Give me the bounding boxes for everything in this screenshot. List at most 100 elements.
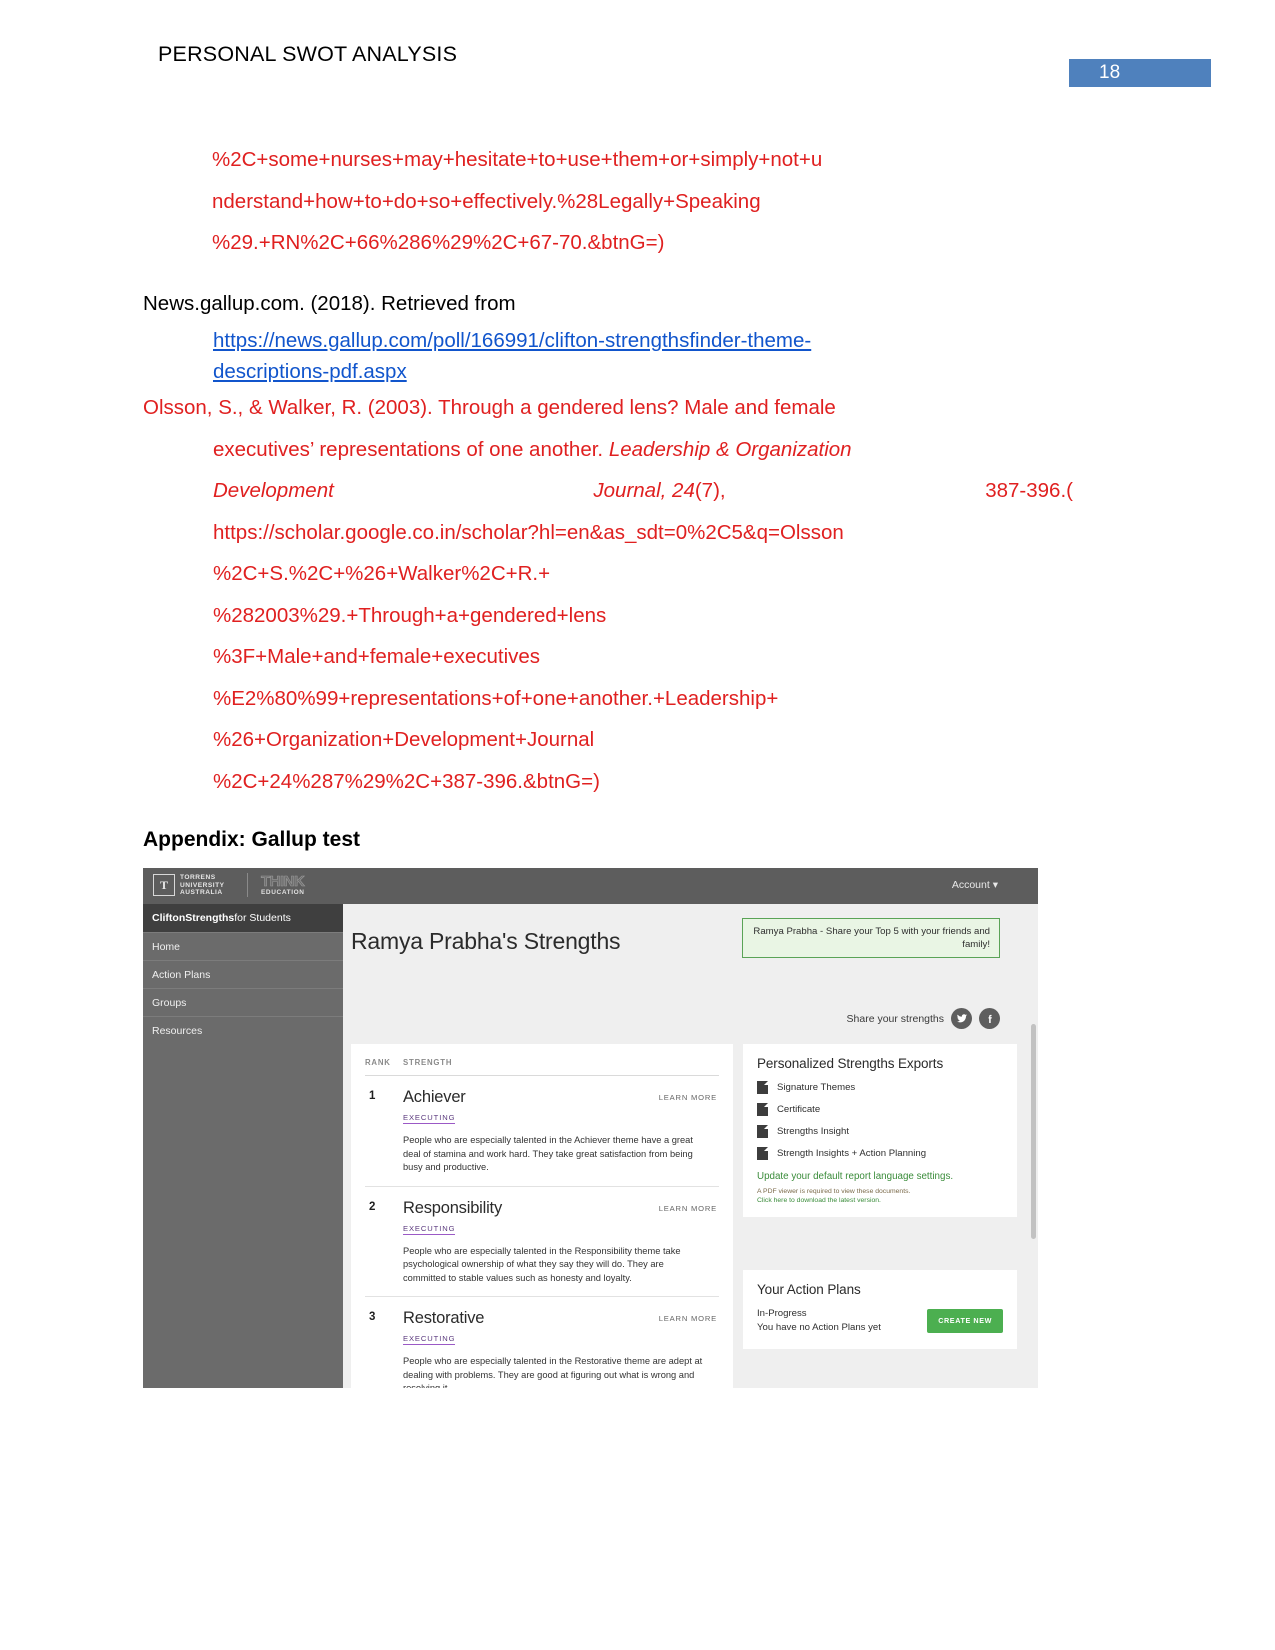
strengths-page-title: Ramya Prabha's Strengths: [351, 928, 621, 954]
export-item-certificate[interactable]: Certificate: [757, 1103, 1003, 1116]
logo-divider: [247, 873, 248, 897]
strength-domain-tag: EXECUTING: [403, 1113, 456, 1124]
create-new-button[interactable]: CREATE NEW: [927, 1309, 1003, 1333]
share-notice-line2: family!: [962, 939, 990, 950]
export-item-strengths-insight[interactable]: Strengths Insight: [757, 1125, 1003, 1138]
reference-continuation: %2C+some+nurses+may+hesitate+to+use+them…: [212, 139, 1112, 264]
reference-olsson-issue: (7),: [694, 479, 726, 502]
table-row: 3 Restorative LEARN MORE EXECUTING Peopl…: [365, 1297, 719, 1388]
sidebar-item-action-plans[interactable]: Action Plans: [143, 960, 343, 988]
reference-olsson-line1-text: Olsson, S., & Walker, R. (2003). Through…: [143, 396, 836, 419]
strength-domain-tag: EXECUTING: [403, 1334, 456, 1345]
export-item-label: Strengths Insight: [777, 1126, 849, 1137]
sidebar-item-label: Action Plans: [152, 968, 211, 981]
torrens-logo-mark: T: [153, 874, 175, 897]
reference-gallup: News.gallup.com. (2018). Retrieved from …: [143, 283, 1103, 387]
sidebar-item-home[interactable]: Home: [143, 932, 343, 960]
torrens-logo-line1: TORRENS: [180, 874, 216, 881]
page-number-badge: 18: [1069, 59, 1211, 87]
think-logo-wordmark: THINK: [261, 873, 305, 890]
reference-olsson-line2-plain: executives’ representations of one anoth…: [213, 437, 604, 461]
pdf-file-icon: [757, 1125, 768, 1138]
export-item-label: Certificate: [777, 1104, 821, 1115]
sidebar-item-groups[interactable]: Groups: [143, 988, 343, 1016]
app-main-content: Ramya Prabha's Strengths Ramya Prabha - …: [343, 904, 1038, 1388]
page-title: PERSONAL SWOT ANALYSIS: [158, 42, 458, 66]
learn-more-link[interactable]: LEARN MORE: [659, 1204, 717, 1213]
share-notice-banner: Ramya Prabha - Share your Top 5 with you…: [742, 918, 1000, 958]
reference-olsson-pages: 387-396.(: [985, 479, 1073, 502]
sidebar-brand-rest: for Students: [234, 912, 291, 924]
strength-description: People who are especially talented in th…: [403, 1135, 693, 1172]
strengths-list-panel: RANK STRENGTH 1 Achiever LEARN MORE EXEC…: [351, 1044, 733, 1388]
reference-olsson-volume-group: Journal, 24(7),: [593, 470, 725, 512]
action-plans-title: Your Action Plans: [757, 1282, 861, 1297]
strength-domain-tag: EXECUTING: [403, 1223, 456, 1235]
reference-olsson-url-line: https://scholar.google.co.in/scholar?hl=…: [213, 520, 844, 544]
action-plans-body: In-Progress You have no Action Plans yet…: [757, 1307, 1003, 1335]
sidebar-brand-bold: CliftonStrengths: [152, 912, 235, 924]
share-label: Share your strengths: [846, 1012, 944, 1025]
strength-description: People who are especially talented in th…: [403, 1245, 681, 1283]
export-item-label: Signature Themes: [777, 1082, 856, 1093]
gallup-screenshot: T TORRENS UNIVERSITY AUSTRALIA THINK EDU…: [143, 868, 1038, 1388]
sidebar-item-label: Groups: [152, 996, 187, 1009]
document-header: PERSONAL SWOT ANALYSIS 18: [0, 42, 1275, 87]
pdf-note-line1: A PDF viewer is required to view these d…: [757, 1188, 911, 1195]
reference-olsson-url-line: %26+Organization+Development+Journal: [213, 728, 595, 751]
table-row: 2 Responsibility LEARN MORE EXECUTING Pe…: [365, 1187, 719, 1297]
facebook-icon[interactable]: [979, 1008, 1000, 1029]
think-logo-subtext: EDUCATION: [261, 889, 305, 896]
reference-olsson-line3: Development Journal, 24(7), 387-396.(: [213, 470, 1073, 512]
chevron-down-icon: ▾: [992, 879, 998, 891]
reference-gallup-link-continued[interactable]: descriptions-pdf.aspx: [213, 356, 1103, 387]
reference-olsson-journal-title: Leadership & Organization: [608, 437, 852, 461]
exports-panel-title: Personalized Strengths Exports: [757, 1056, 944, 1071]
appendix-heading: Appendix: Gallup test: [143, 828, 361, 851]
reference-continuation-line: nderstand+how+to+do+so+effectively.%28Le…: [212, 189, 761, 213]
pdf-file-icon: [757, 1081, 768, 1094]
learn-more-link[interactable]: LEARN MORE: [659, 1093, 717, 1102]
app-sidebar: CliftonStrengths for Students Home Actio…: [143, 904, 343, 1388]
account-menu[interactable]: Account ▾: [952, 879, 998, 891]
strength-description: People who are especially talented in th…: [403, 1356, 703, 1388]
reference-olsson-line2: executives’ representations of one anoth…: [213, 429, 1073, 471]
app-topbar: T TORRENS UNIVERSITY AUSTRALIA THINK EDU…: [143, 868, 1038, 904]
reference-olsson-volume: , 24: [660, 479, 695, 502]
twitter-icon[interactable]: [951, 1008, 972, 1029]
torrens-logo-line3: AUSTRALIA: [180, 889, 223, 897]
pdf-download-link[interactable]: Click here to download the latest versio…: [757, 1196, 1003, 1205]
reference-gallup-link[interactable]: https://news.gallup.com/poll/166991/clif…: [213, 325, 1103, 356]
share-notice-line1: Ramya Prabha - Share your Top 5 with you…: [753, 926, 990, 937]
sidebar-item-resources[interactable]: Resources: [143, 1016, 343, 1044]
pdf-file-icon: [757, 1103, 768, 1116]
account-menu-label: Account: [951, 879, 990, 891]
update-language-settings-link[interactable]: Update your default report language sett…: [757, 1171, 1003, 1182]
pdf-viewer-note: A PDF viewer is required to view these d…: [757, 1187, 1003, 1205]
learn-more-link[interactable]: LEARN MORE: [659, 1314, 717, 1323]
export-item-signature-themes[interactable]: Signature Themes: [757, 1081, 1003, 1094]
table-row: 1 Achiever LEARN MORE EXECUTING People w…: [365, 1076, 719, 1187]
reference-olsson-url-line: %282003%29.+Through+a+gendered+lens: [213, 603, 607, 627]
reference-continuation-line: %2C+some+nurses+may+hesitate+to+use+them…: [212, 148, 823, 171]
sidebar-brand: CliftonStrengths for Students: [143, 904, 343, 932]
reference-olsson-url-line: %2C+24%287%29%2C+387-396.&btnG=): [213, 769, 600, 793]
reference-olsson-url-line: %3F+Male+and+female+executives: [213, 645, 541, 668]
strength-rank: 3: [369, 1311, 376, 1323]
sidebar-item-label: Resources: [152, 1024, 203, 1037]
strengths-table-header: RANK STRENGTH: [365, 1044, 719, 1076]
reference-continuation-line: %29.+RN%2C+66%286%29%2C+67-70.&btnG=): [212, 231, 665, 254]
reference-olsson-line1: Olsson, S., & Walker, R. (2003). Through…: [143, 387, 1073, 429]
share-row: Share your strengths: [847, 1008, 1000, 1029]
reference-olsson: Olsson, S., & Walker, R. (2003). Through…: [143, 387, 1073, 802]
export-item-strength-insights-action-planning[interactable]: Strength Insights + Action Planning: [757, 1147, 1003, 1160]
reference-olsson-journal-word2: Journal: [593, 479, 661, 502]
torrens-logo-line2: UNIVERSITY: [180, 881, 225, 889]
column-header-rank: RANK: [365, 1058, 391, 1067]
torrens-university-logo: T TORRENS UNIVERSITY AUSTRALIA: [153, 874, 225, 897]
sidebar-item-label: Home: [152, 940, 181, 953]
main-scrollbar[interactable]: [1031, 1024, 1036, 1239]
reference-gallup-text: News.gallup.com. (2018). Retrieved from: [143, 292, 516, 315]
torrens-logo-words: TORRENS UNIVERSITY AUSTRALIA: [180, 874, 225, 897]
strength-rank: 1: [369, 1090, 376, 1102]
